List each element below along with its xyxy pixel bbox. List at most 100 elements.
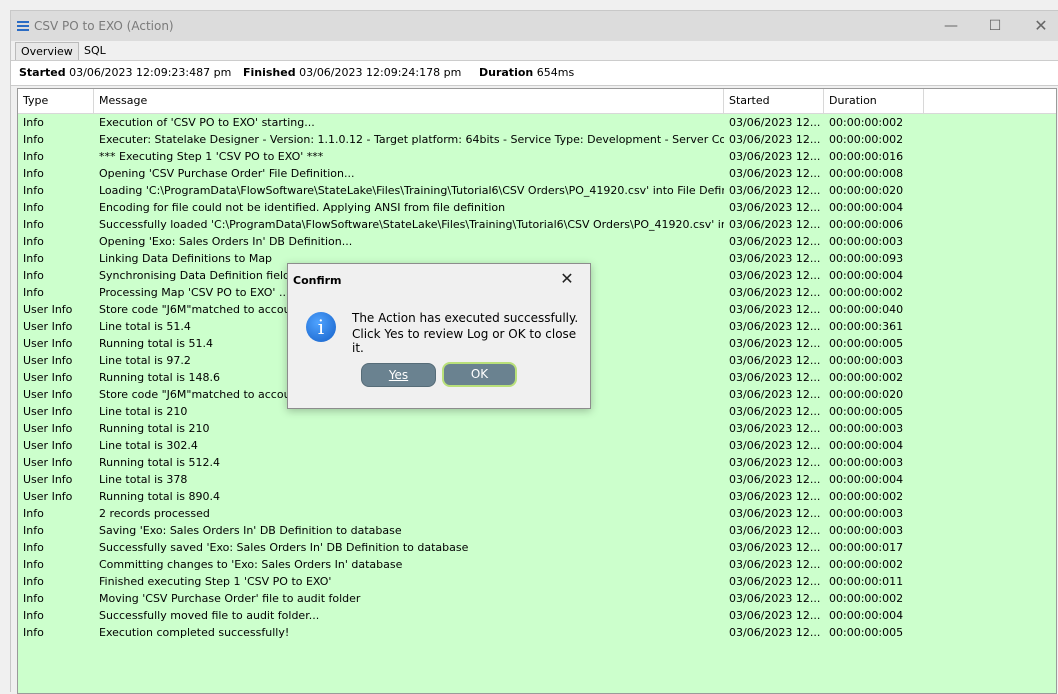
title-bar[interactable]: CSV PO to EXO (Action) — ☐ ✕ xyxy=(11,11,1058,41)
log-duration-cell: 00:00:00:005 xyxy=(829,405,904,418)
finished-label: Finished xyxy=(243,66,296,79)
table-row[interactable]: Info 2 records processed 03/06/2023 12... 0… xyxy=(18,505,1056,522)
table-row[interactable]: Info Committing changes to 'Exo: Sales Or… xyxy=(18,556,1056,573)
log-type-cell: User Info xyxy=(23,388,73,401)
table-row[interactable]: Info Execution completed successfully! 03/… xyxy=(18,624,1056,641)
window-title: CSV PO to EXO (Action) xyxy=(34,19,174,33)
log-started-cell: 03/06/2023 12... xyxy=(729,541,821,554)
minimize-button[interactable]: — xyxy=(941,16,961,36)
maximize-button[interactable]: ☐ xyxy=(985,16,1005,36)
log-duration-cell: 00:00:00:020 xyxy=(829,388,904,401)
log-started-cell: 03/06/2023 12... xyxy=(729,388,821,401)
log-started-cell: 03/06/2023 12... xyxy=(729,235,821,248)
dialog-close-icon[interactable]: ✕ xyxy=(558,270,576,288)
log-duration-cell: 00:00:00:002 xyxy=(829,558,904,571)
duration-value: 654ms xyxy=(536,66,575,79)
log-type-cell: Info xyxy=(23,133,44,146)
log-started-cell: 03/06/2023 12... xyxy=(729,337,821,350)
log-started-cell: 03/06/2023 12... xyxy=(729,167,821,180)
table-row[interactable]: User Info Running total is 512.4 03/06/202… xyxy=(18,454,1056,471)
log-type-cell: Info xyxy=(23,201,44,214)
log-message-cell: Line total is 378 xyxy=(99,473,188,486)
log-duration-cell: 00:00:00:002 xyxy=(829,592,904,605)
log-duration-cell: 00:00:00:004 xyxy=(829,473,904,486)
log-started-cell: 03/06/2023 12... xyxy=(729,439,821,452)
log-duration-cell: 00:00:00:040 xyxy=(829,303,904,316)
log-message-cell: Moving 'CSV Purchase Order' file to audi… xyxy=(99,592,361,605)
table-row[interactable]: Info Execution of 'CSV PO to EXO' startin… xyxy=(18,114,1056,131)
log-duration-cell: 00:00:00:011 xyxy=(829,575,904,588)
log-started-cell: 03/06/2023 12... xyxy=(729,626,821,639)
log-type-cell: Info xyxy=(23,524,44,537)
table-row[interactable]: Info Executer: Statelake Designer - Versi… xyxy=(18,131,1056,148)
started-label: Started xyxy=(19,66,66,79)
finished-value: 03/06/2023 12:09:24:178 pm xyxy=(299,66,462,79)
app-menu-icon[interactable] xyxy=(17,21,29,31)
log-duration-cell: 00:00:00:020 xyxy=(829,184,904,197)
log-message-cell: Saving 'Exo: Sales Orders In' DB Definit… xyxy=(99,524,402,537)
log-message-cell: Encoding for file could not be identifie… xyxy=(99,201,506,214)
log-started-cell: 03/06/2023 12... xyxy=(729,422,821,435)
log-duration-cell: 00:00:00:004 xyxy=(829,609,904,622)
log-duration-cell: 00:00:00:005 xyxy=(829,626,904,639)
log-started-cell: 03/06/2023 12... xyxy=(729,490,821,503)
log-type-cell: User Info xyxy=(23,320,73,333)
started-summary: Started 03/06/2023 12:09:23:487 pm xyxy=(19,66,231,79)
table-row[interactable]: Info Encoding for file could not be ident… xyxy=(18,199,1056,216)
log-duration-cell: 00:00:00:006 xyxy=(829,218,904,231)
table-row[interactable]: Info Opening 'CSV Purchase Order' File De… xyxy=(18,165,1056,182)
log-message-cell: 2 records processed xyxy=(99,507,210,520)
table-row[interactable]: Info *** Executing Step 1 'CSV PO to EXO'… xyxy=(18,148,1056,165)
table-row[interactable]: Info Moving 'CSV Purchase Order' file to … xyxy=(18,590,1056,607)
log-duration-cell: 00:00:00:002 xyxy=(829,490,904,503)
table-row[interactable]: Info Saving 'Exo: Sales Orders In' DB Def… xyxy=(18,522,1056,539)
log-message-cell: Successfully moved file to audit folder.… xyxy=(99,609,320,622)
table-row[interactable]: Info Opening 'Exo: Sales Orders In' DB De… xyxy=(18,233,1056,250)
dialog-body: i The Action has executed successfully. … xyxy=(288,294,590,408)
log-message-cell: Opening 'CSV Purchase Order' File Defini… xyxy=(99,167,355,180)
log-started-cell: 03/06/2023 12... xyxy=(729,354,821,367)
dialog-message-line1: The Action has executed successfully. xyxy=(352,311,579,325)
table-row[interactable]: Info Loading 'C:\ProgramData\FlowSoftware… xyxy=(18,182,1056,199)
log-duration-cell: 00:00:00:093 xyxy=(829,252,904,265)
log-started-cell: 03/06/2023 12... xyxy=(729,575,821,588)
log-message-cell: Successfully saved 'Exo: Sales Orders In… xyxy=(99,541,469,554)
column-header-message[interactable]: Message xyxy=(94,89,724,113)
log-type-cell: Info xyxy=(23,609,44,622)
log-started-cell: 03/06/2023 12... xyxy=(729,371,821,384)
dialog-title: Confirm xyxy=(293,274,342,287)
table-row[interactable]: User Info Running total is 890.4 03/06/202… xyxy=(18,488,1056,505)
close-button[interactable]: ✕ xyxy=(1031,16,1051,36)
table-row[interactable]: Info Finished executing Step 1 'CSV PO to… xyxy=(18,573,1056,590)
log-started-cell: 03/06/2023 12... xyxy=(729,405,821,418)
ok-button[interactable]: OK xyxy=(442,362,517,387)
log-type-cell: User Info xyxy=(23,337,73,350)
table-row[interactable]: Info Successfully moved file to audit fol… xyxy=(18,607,1056,624)
log-message-cell: Running total is 210 xyxy=(99,422,210,435)
log-message-cell: Executer: Statelake Designer - Version: … xyxy=(99,133,724,146)
column-header-started[interactable]: Started xyxy=(724,89,824,113)
log-started-cell: 03/06/2023 12... xyxy=(729,558,821,571)
log-type-cell: Info xyxy=(23,235,44,248)
yes-button[interactable]: Yes xyxy=(361,363,436,387)
table-row[interactable]: User Info Line total is 302.4 03/06/2023 1… xyxy=(18,437,1056,454)
column-header-duration[interactable]: Duration xyxy=(824,89,924,113)
log-started-cell: 03/06/2023 12... xyxy=(729,303,821,316)
tab-sql[interactable]: SQL xyxy=(79,42,111,60)
tab-overview[interactable]: Overview xyxy=(15,42,79,61)
table-row[interactable]: User Info Line total is 378 03/06/2023 12.… xyxy=(18,471,1056,488)
log-type-cell: Info xyxy=(23,575,44,588)
table-row[interactable]: User Info Running total is 210 03/06/2023 … xyxy=(18,420,1056,437)
log-type-cell: User Info xyxy=(23,405,73,418)
log-started-cell: 03/06/2023 12... xyxy=(729,252,821,265)
column-header-type[interactable]: Type xyxy=(18,89,94,113)
log-started-cell: 03/06/2023 12... xyxy=(729,456,821,469)
table-row[interactable]: Info Successfully loaded 'C:\ProgramData\… xyxy=(18,216,1056,233)
log-type-cell: Info xyxy=(23,626,44,639)
table-row[interactable]: Info Successfully saved 'Exo: Sales Order… xyxy=(18,539,1056,556)
log-message-cell: Execution of 'CSV PO to EXO' starting... xyxy=(99,116,315,129)
dialog-message-line2: Click Yes to review Log or OK to close i… xyxy=(352,327,577,355)
log-message-cell: Line total is 302.4 xyxy=(99,439,198,452)
log-duration-cell: 00:00:00:002 xyxy=(829,286,904,299)
log-message-cell: Execution completed successfully! xyxy=(99,626,290,639)
